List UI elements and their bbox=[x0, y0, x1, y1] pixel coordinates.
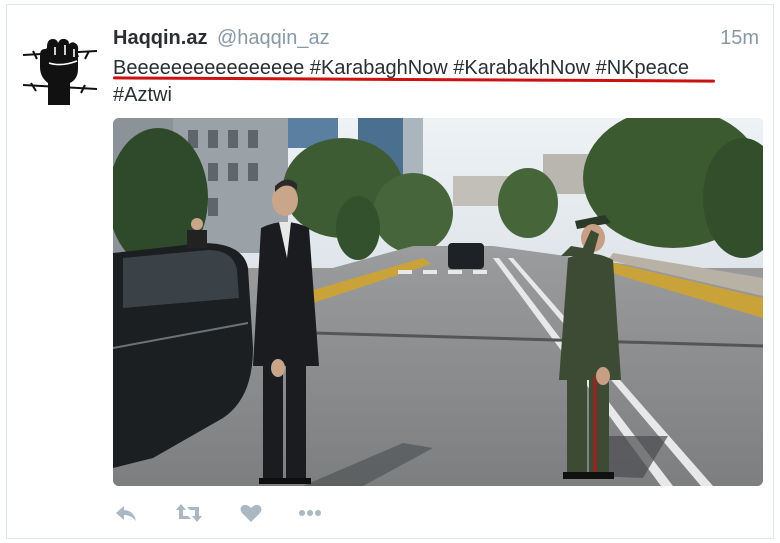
photo-image bbox=[113, 118, 763, 486]
reply-icon[interactable] bbox=[113, 500, 139, 526]
like-icon[interactable] bbox=[239, 500, 263, 526]
retweet-icon[interactable] bbox=[175, 500, 203, 526]
raised-fist-logo-icon bbox=[19, 25, 101, 107]
tweet-actions bbox=[113, 500, 413, 526]
avatar[interactable] bbox=[19, 25, 101, 107]
tweet-text-line-2: #Aztwi bbox=[113, 84, 172, 106]
tweet-timestamp[interactable]: 15m bbox=[720, 27, 759, 50]
author-handle[interactable]: @haqqin_az bbox=[217, 27, 330, 50]
tweet-photo[interactable] bbox=[113, 118, 763, 486]
more-icon[interactable] bbox=[297, 500, 323, 526]
tweet-card[interactable]: Haqqin.az @haqqin_az 15m Beeeeeeeeeeeeee… bbox=[6, 4, 774, 539]
author-name[interactable]: Haqqin.az bbox=[113, 27, 207, 50]
